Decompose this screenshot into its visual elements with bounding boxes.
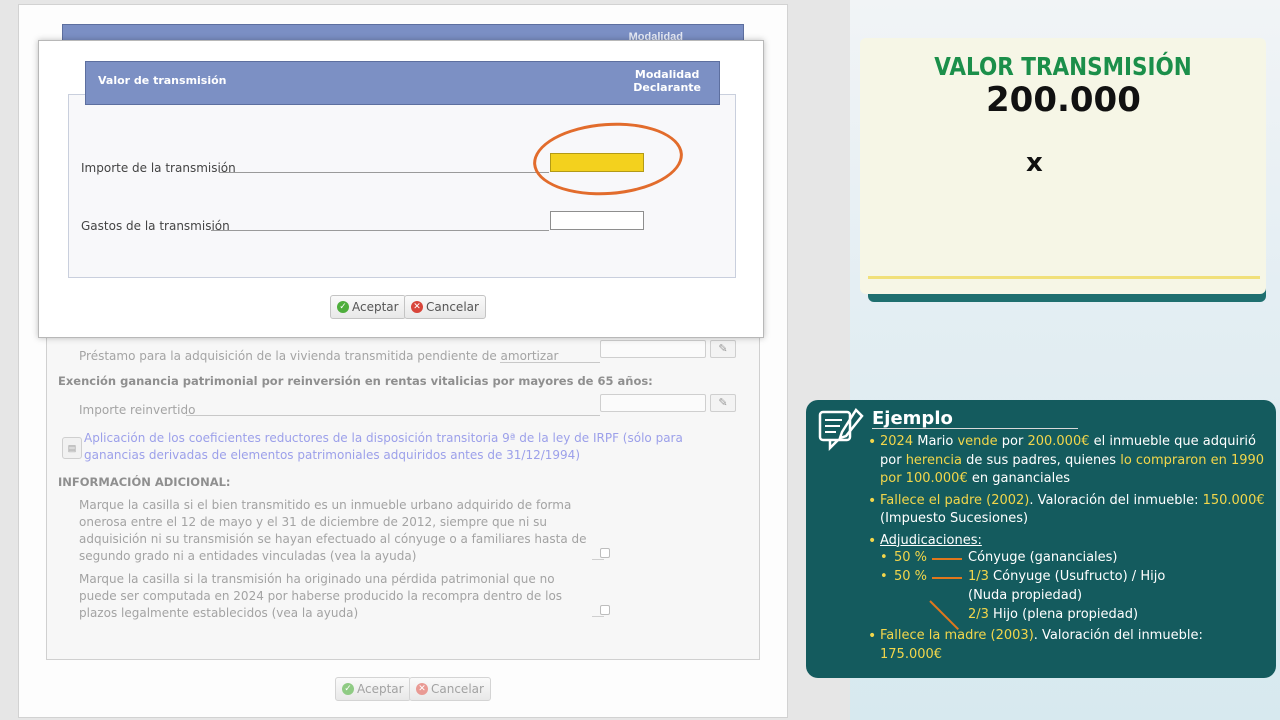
year-2024: 2024	[880, 434, 914, 449]
valor-padre: 150.000€	[1202, 492, 1265, 508]
checkbox-urbano[interactable]	[600, 548, 610, 558]
modal-modalidad: Modalidad Declarante	[633, 68, 701, 94]
coeficientes-link[interactable]: Aplicación de los coeficientes reductore…	[84, 430, 744, 464]
sub1-connector	[932, 558, 962, 560]
pencil-icon: ✎	[718, 343, 728, 355]
modal-cancel-button[interactable]: ✕ Cancelar	[404, 295, 486, 319]
importe-label: Importe de la transmisión	[81, 161, 236, 175]
prestamo-edit-button[interactable]: ✎	[710, 340, 736, 358]
ejemplo-card: Ejemplo 2024 Mario vende por 200.000€ el…	[806, 400, 1276, 678]
text-valoracion-2: . Valoración del inmueble:	[1033, 628, 1203, 643]
background-accept-label: Aceptar	[357, 682, 404, 696]
sub2-pct-value: 50 %	[894, 569, 928, 584]
text-valoracion: . Valoración del inmueble:	[1029, 492, 1203, 508]
text-fallece-madre: Fallece la madre (2003)	[880, 628, 1034, 643]
sub2-text-2: (Nuda propiedad)	[968, 588, 1083, 603]
gastos-label: Gastos de la transmisión	[81, 219, 230, 233]
text-fallece-padre: Fallece el padre (2002)	[880, 492, 1030, 508]
background-cancel-label: Cancelar	[431, 682, 484, 696]
checkbox2-text: Marque la casilla si la transmisión ha o…	[79, 572, 563, 620]
sub2-text: 1/3 Cónyuge (Usufructo) / Hijo	[968, 569, 1165, 584]
prestamo-label: Préstamo para la adquisición de la vivie…	[79, 349, 559, 363]
importe-reinvertido-input[interactable]	[600, 394, 706, 412]
checkbox2-line	[592, 616, 604, 617]
prestamo-input[interactable]	[600, 340, 706, 358]
valor-card-title: VALOR TRANSMISIÓN	[934, 52, 1192, 81]
cancel-icon: ✕	[416, 683, 428, 695]
sub3-text-1: Hijo (plena propiedad)	[988, 607, 1139, 622]
modal-cancel-label: Cancelar	[426, 300, 479, 314]
sub1-bullet: •	[880, 550, 888, 565]
gastos-leader-line	[211, 230, 549, 231]
modal-accept-button[interactable]: ✓ Aceptar	[330, 295, 406, 319]
bullet-madre: Fallece la madre (2003). Valoración del …	[866, 627, 1266, 664]
check-icon: ✓	[342, 683, 354, 695]
valor-madre: 175.000€	[880, 646, 943, 662]
declarante-label: Declarante	[633, 81, 701, 94]
bullet-venta: 2024 Mario vende por 200.000€ el inmuebl…	[866, 433, 1266, 489]
valor-card-underline	[868, 276, 1260, 279]
reinvertido-edit-button[interactable]: ✎	[710, 394, 736, 412]
modal-accept-label: Aceptar	[352, 300, 399, 314]
text-sucesiones: (Impuesto Sucesiones)	[880, 511, 1029, 526]
importe-reinvertido-label: Importe reinvertido	[79, 403, 196, 417]
modalidad-label: Modalidad	[634, 68, 700, 81]
ejemplo-body-2: Fallece la madre (2003). Valoración del …	[866, 627, 1266, 664]
valor-card-operator: x	[1026, 148, 1043, 178]
sub2-connector	[932, 577, 962, 579]
checkbox-perdida[interactable]	[600, 605, 610, 615]
gastos-input[interactable]	[550, 211, 644, 230]
check-icon: ✓	[337, 301, 349, 313]
text-gananciales: en gananciales	[967, 471, 1070, 486]
sub2-pct: 50 %	[894, 569, 927, 584]
valor-transmision-modal: Valor de transmisión Modalidad Declarant…	[38, 40, 764, 338]
sub2-fraction: 1/3	[968, 569, 989, 584]
text-padres: de sus padres, quienes	[961, 452, 1121, 468]
modal-header: Valor de transmisión Modalidad Declarant…	[85, 61, 720, 105]
sub2-bullet: •	[880, 569, 888, 584]
app-area: Modalidad Préstamo para la adquisición d…	[0, 0, 850, 720]
info-adicional-title: INFORMACIÓN ADICIONAL:	[58, 475, 231, 489]
coeficientes-toggle-icon[interactable]: ▤	[62, 437, 82, 459]
modal-title: Valor de transmisión	[98, 74, 227, 87]
text-mario: Mario	[913, 434, 958, 449]
precio-venta: 200.000€	[1027, 434, 1090, 449]
background-cancel-button[interactable]: ✕ Cancelar	[409, 677, 491, 701]
ejemplo-body: 2024 Mario vende por 200.000€ el inmuebl…	[866, 433, 1266, 550]
sub3-connector	[929, 600, 959, 630]
checkbox1-text: Marque la casilla si el bien transmitido…	[79, 498, 587, 563]
background-accept-button[interactable]: ✓ Aceptar	[335, 677, 411, 701]
bullet-adjudicaciones: Adjudicaciones:	[866, 532, 1266, 551]
valor-transmision-card: VALOR TRANSMISIÓN 200.000 x	[860, 38, 1266, 294]
pencil-icon: ✎	[718, 397, 728, 409]
sub1-text: Cónyuge (gananciales)	[968, 550, 1118, 565]
text-herencia: herencia	[905, 452, 962, 468]
sub1-pct-value: 50 %	[894, 550, 928, 565]
checkbox1-line	[592, 559, 604, 560]
ejemplo-title: Ejemplo	[872, 408, 953, 429]
text-por: por	[997, 434, 1028, 449]
prestamo-leader-line	[500, 362, 600, 363]
importe-leader-line	[219, 172, 549, 173]
sub1-pct: 50 %	[894, 550, 927, 565]
reinvertido-leader-line	[186, 415, 600, 416]
text-vende: vende	[957, 434, 998, 449]
valor-card-amount: 200.000	[986, 80, 1141, 120]
bullet-padre: Fallece el padre (2002). Valoración del …	[866, 492, 1266, 529]
cancel-icon: ✕	[411, 301, 423, 313]
sub2-text-1: Cónyuge (Usufructo) / Hijo	[988, 569, 1166, 584]
sub3-fraction: 2/3	[968, 607, 989, 622]
document-pen-icon	[818, 408, 864, 452]
exencion-title: Exención ganancia patrimonial por reinve…	[58, 374, 653, 388]
ejemplo-title-underline	[872, 428, 1078, 429]
sub3-text: 2/3 Hijo (plena propiedad)	[968, 607, 1138, 622]
